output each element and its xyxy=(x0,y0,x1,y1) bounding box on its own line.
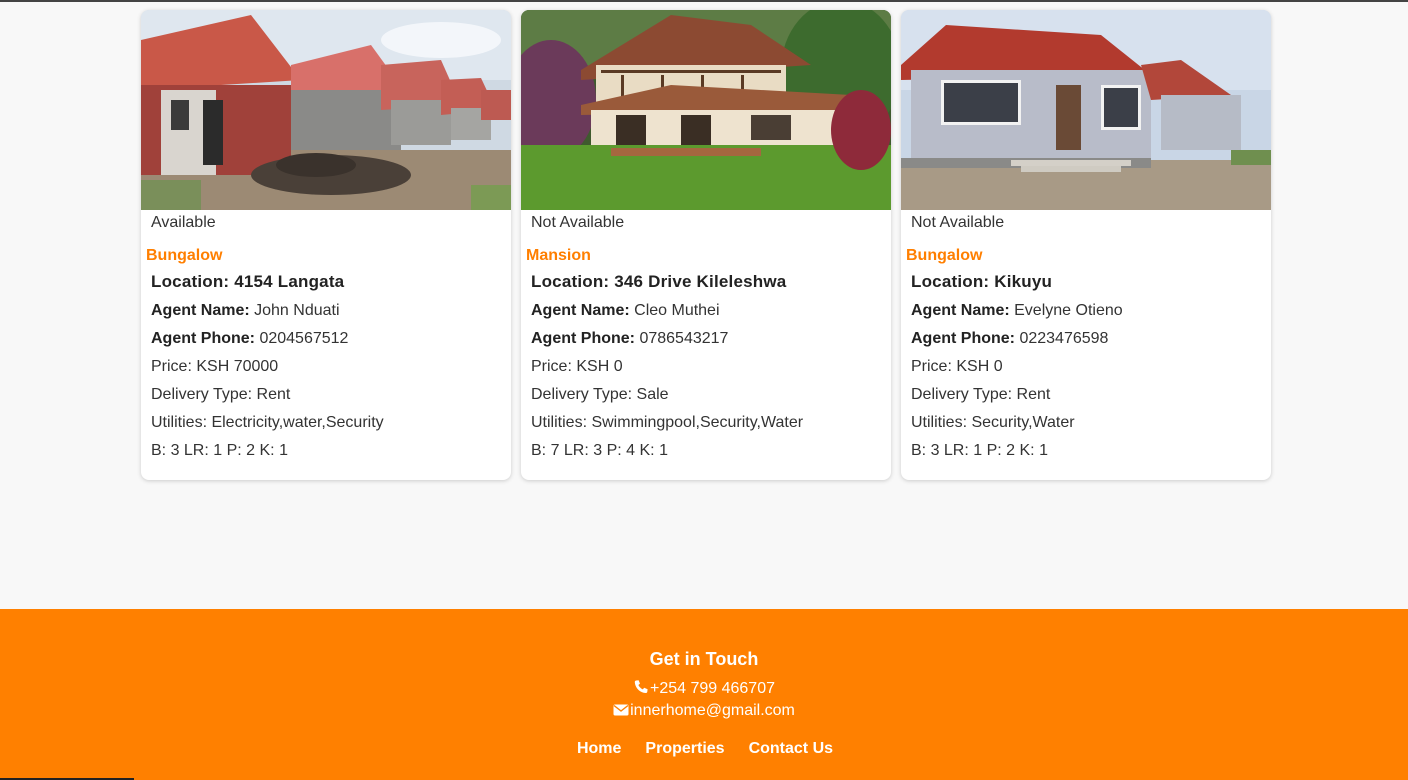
listing-card[interactable]: Available Bungalow Location: 4154 Langat… xyxy=(141,10,511,480)
property-photo[interactable] xyxy=(521,10,891,210)
agent-name-label: Agent Name: xyxy=(531,302,630,319)
room-counts: B: 7 LR: 3 P: 4 K: 1 xyxy=(531,442,668,459)
agent-phone-value: 0223476598 xyxy=(1015,330,1109,347)
room-counts: B: 3 LR: 1 P: 2 K: 1 xyxy=(911,442,1048,459)
property-photo[interactable] xyxy=(901,10,1271,210)
footer-email[interactable]: innerhome@gmail.com xyxy=(0,702,1408,720)
agent-name-label: Agent Name: xyxy=(911,302,1010,319)
utilities: Utilities: Electricity,water,Security xyxy=(151,414,384,431)
agent-name-label: Agent Name: xyxy=(151,302,250,319)
listing-details: Location: 4154 Langata Agent Name: John … xyxy=(151,272,505,470)
agent-phone-label: Agent Phone: xyxy=(531,330,635,347)
phone-icon xyxy=(634,680,648,694)
agent-name: Agent Name: Cleo Muthei xyxy=(531,302,885,330)
agent-name-value: Evelyne Otieno xyxy=(1009,302,1123,319)
utilities: Utilities: Security,Water xyxy=(911,414,1075,431)
listing-details: Location: Kikuyu Agent Name: Evelyne Oti… xyxy=(911,272,1265,470)
property-type: Bungalow xyxy=(146,247,223,264)
availability-status: Not Available xyxy=(911,214,1005,231)
listing-details: Location: 346 Drive Kileleshwa Agent Nam… xyxy=(531,272,885,470)
agent-phone-value: 0786543217 xyxy=(635,330,729,347)
footer-link-properties[interactable]: Properties xyxy=(645,740,724,758)
agent-phone: Agent Phone: 0786543217 xyxy=(531,330,885,358)
footer-phone-number: +254 799 466707 xyxy=(649,680,775,697)
site-footer: Get in Touch +254 799 466707 innerhome@g… xyxy=(0,609,1408,780)
agent-phone-label: Agent Phone: xyxy=(151,330,255,347)
agent-name: Agent Name: Evelyne Otieno xyxy=(911,302,1265,330)
footer-link-home[interactable]: Home xyxy=(577,740,621,758)
footer-nav: Home Properties Contact Us xyxy=(0,740,1408,758)
top-border xyxy=(0,0,1408,2)
footer-phone[interactable]: +254 799 466707 xyxy=(0,679,1408,698)
agent-phone: Agent Phone: 0223476598 xyxy=(911,330,1265,358)
envelope-icon xyxy=(613,704,629,716)
property-photo[interactable] xyxy=(141,10,511,210)
listing-card[interactable]: Not Available Mansion Location: 346 Driv… xyxy=(521,10,891,480)
listing-card[interactable]: Not Available Bungalow Location: Kikuyu … xyxy=(901,10,1271,480)
footer-title: Get in Touch xyxy=(649,649,759,669)
agent-name-value: John Nduati xyxy=(249,302,340,319)
agent-phone: Agent Phone: 0204567512 xyxy=(151,330,505,358)
listing-price: Price: KSH 0 xyxy=(531,358,623,375)
listing-location: Location: Kikuyu xyxy=(911,272,1053,291)
agent-name: Agent Name: John Nduati xyxy=(151,302,505,330)
agent-phone-value: 0204567512 xyxy=(255,330,349,347)
agent-name-value: Cleo Muthei xyxy=(629,302,720,319)
property-type: Mansion xyxy=(526,247,591,264)
availability-status: Not Available xyxy=(531,214,625,231)
footer-link-contact[interactable]: Contact Us xyxy=(749,740,833,758)
availability-status: Available xyxy=(151,214,216,231)
listing-grid: Available Bungalow Location: 4154 Langat… xyxy=(141,10,1271,480)
agent-phone-label: Agent Phone: xyxy=(911,330,1015,347)
listing-location: Location: 4154 Langata xyxy=(151,272,345,291)
listing-location: Location: 346 Drive Kileleshwa xyxy=(531,272,787,291)
property-type: Bungalow xyxy=(906,247,983,264)
delivery-type: Delivery Type: Rent xyxy=(911,386,1051,403)
utilities: Utilities: Swimmingpool,Security,Water xyxy=(531,414,804,431)
room-counts: B: 3 LR: 1 P: 2 K: 1 xyxy=(151,442,288,459)
listing-price: Price: KSH 70000 xyxy=(151,358,279,375)
footer-email-address: innerhome@gmail.com xyxy=(630,702,795,719)
delivery-type: Delivery Type: Sale xyxy=(531,386,669,403)
listing-price: Price: KSH 0 xyxy=(911,358,1003,375)
delivery-type: Delivery Type: Rent xyxy=(151,386,291,403)
